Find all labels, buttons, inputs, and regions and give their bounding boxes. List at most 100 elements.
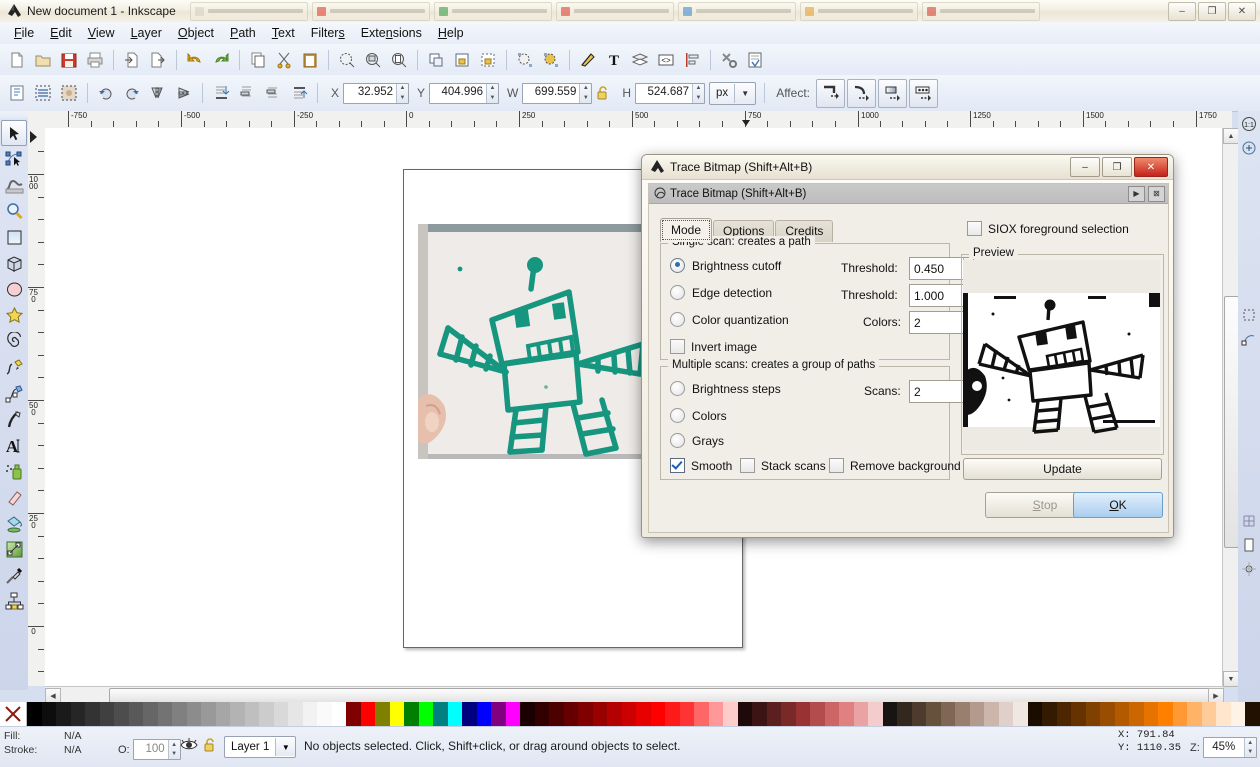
tab-mode[interactable]: Mode xyxy=(660,218,713,242)
taskbar-item[interactable] xyxy=(433,1,552,21)
invert-image-row[interactable]: Invert image xyxy=(670,339,757,354)
remove-background-row[interactable]: Remove background xyxy=(829,458,961,473)
units-select[interactable]: px ▼ xyxy=(709,81,757,105)
palette-swatch[interactable] xyxy=(737,702,752,726)
menu-extensions[interactable]: Extensions xyxy=(353,24,430,42)
stack-scans-row[interactable]: Stack scans xyxy=(740,458,826,473)
palette-swatch[interactable] xyxy=(143,702,158,726)
x-field[interactable]: ▲▼ xyxy=(343,82,410,104)
smooth-row[interactable]: Smooth xyxy=(670,458,732,473)
palette-swatch[interactable] xyxy=(346,702,361,726)
vertical-scroll-thumb[interactable] xyxy=(1224,296,1239,548)
palette-swatch[interactable] xyxy=(201,702,216,726)
opacity-control[interactable]: O: ▲▼ xyxy=(118,739,181,760)
palette-swatch[interactable] xyxy=(302,702,317,726)
palette-swatch[interactable] xyxy=(404,702,419,726)
invert-image-checkb ox[interactable] xyxy=(670,339,685,354)
palette-swatch[interactable] xyxy=(1143,702,1158,726)
palette-swatch[interactable] xyxy=(259,702,274,726)
snap-center-icon[interactable] xyxy=(1239,558,1259,580)
rectangle-tool[interactable] xyxy=(1,224,27,250)
palette-swatch[interactable] xyxy=(650,702,665,726)
grays-scan-radio[interactable] xyxy=(670,433,685,448)
ungroup-icon[interactable] xyxy=(475,47,501,73)
panel-close-icon[interactable]: ⊠ xyxy=(1148,185,1165,202)
palette-swatch[interactable] xyxy=(636,702,651,726)
scale-rounded-corners-icon[interactable] xyxy=(846,78,876,108)
palette-swatch[interactable] xyxy=(998,702,1013,726)
palette-swatch[interactable] xyxy=(810,702,825,726)
colors-scan-row[interactable]: Colors xyxy=(670,408,727,423)
star-tool[interactable] xyxy=(1,302,27,328)
duplicate-icon[interactable] xyxy=(423,47,449,73)
update-button[interactable]: Update xyxy=(963,458,1162,480)
scroll-up-arrow-icon[interactable]: ▲ xyxy=(1223,128,1239,144)
menu-path[interactable]: Path xyxy=(222,24,264,42)
eraser-tool[interactable] xyxy=(1,484,27,510)
palette-swatch[interactable] xyxy=(1158,702,1173,726)
palette-swatch[interactable] xyxy=(694,702,709,726)
new-document-icon[interactable] xyxy=(4,47,30,73)
redo-icon[interactable] xyxy=(208,47,234,73)
snap-grid-icon[interactable] xyxy=(1239,510,1259,532)
ellipse-tool[interactable] xyxy=(1,276,27,302)
layer-select[interactable]: Layer 1 ▼ xyxy=(224,736,297,758)
palette-swatch[interactable] xyxy=(244,702,259,726)
tweak-tool[interactable] xyxy=(1,172,27,198)
palette-swatch[interactable] xyxy=(969,702,984,726)
vertical-ruler[interactable]: 1000 750 500 250 0 xyxy=(28,128,46,686)
color-quantization-radio[interactable] xyxy=(670,312,685,327)
taskbar-item[interactable] xyxy=(921,1,1040,21)
menu-file[interactable]: FFileile xyxy=(6,24,42,42)
palette-swatch[interactable] xyxy=(288,702,303,726)
raise-icon[interactable] xyxy=(260,80,286,106)
palette-swatch[interactable] xyxy=(491,702,506,726)
restore-button[interactable]: ❐ xyxy=(1198,1,1226,21)
dialog-restore-button[interactable]: ❐ xyxy=(1102,157,1132,177)
taskbar-item[interactable] xyxy=(555,1,674,21)
palette-swatch[interactable] xyxy=(186,702,201,726)
lower-to-bottom-icon[interactable] xyxy=(208,80,234,106)
layers-icon[interactable] xyxy=(627,47,653,73)
layer-lock-icon[interactable] xyxy=(202,737,218,756)
palette-swatch[interactable] xyxy=(418,702,433,726)
brightness-steps-radio[interactable] xyxy=(670,381,685,396)
paint-bucket-tool[interactable] xyxy=(1,510,27,536)
dialog-close-button[interactable]: ✕ xyxy=(1134,157,1168,177)
menu-edit[interactable]: Edit xyxy=(42,24,80,42)
flip-horizontal-icon[interactable] xyxy=(145,80,171,106)
taskbar-item[interactable] xyxy=(677,1,796,21)
palette-swatch[interactable] xyxy=(984,702,999,726)
preferences-icon[interactable] xyxy=(716,47,742,73)
palette-swatch[interactable] xyxy=(462,702,477,726)
smooth-checkbox[interactable] xyxy=(670,458,685,473)
palette-swatch[interactable] xyxy=(447,702,462,726)
save-document-icon[interactable] xyxy=(56,47,82,73)
remove-background-checkbox[interactable] xyxy=(829,458,844,473)
fill-stroke-icon[interactable] xyxy=(575,47,601,73)
connector-tool[interactable] xyxy=(1,588,27,614)
palette-swatch[interactable] xyxy=(41,702,56,726)
w-stepper[interactable]: ▲ ▼ xyxy=(579,83,592,103)
spiral-tool[interactable] xyxy=(1,328,27,354)
horizontal-scrollbar[interactable]: ◀ ▶ xyxy=(45,686,1224,704)
chevron-down-icon[interactable]: ▼ xyxy=(275,738,296,756)
minimize-button[interactable]: – xyxy=(1168,1,1196,21)
zoom-page-icon[interactable] xyxy=(386,47,412,73)
ok-button[interactable]: OK xyxy=(1073,492,1163,518)
edge-detection-row[interactable]: Edge detection xyxy=(670,285,772,300)
palette-swatch[interactable] xyxy=(476,702,491,726)
export-icon[interactable] xyxy=(145,47,171,73)
stack-scans-checkbox[interactable] xyxy=(740,458,755,473)
palette-swatch[interactable] xyxy=(1216,702,1231,726)
palette-swatch[interactable] xyxy=(1042,702,1057,726)
lower-object-icon[interactable] xyxy=(538,47,564,73)
raise-to-top-icon[interactable] xyxy=(286,80,312,106)
palette-swatch[interactable] xyxy=(56,702,71,726)
palette-swatch[interactable] xyxy=(1013,702,1028,726)
dialog-title-bar[interactable]: Trace Bitmap (Shift+Alt+B) – ❐ ✕ xyxy=(642,155,1173,180)
palette-swatch[interactable] xyxy=(940,702,955,726)
zoom-tool[interactable] xyxy=(1,198,27,224)
palette-swatch[interactable] xyxy=(679,702,694,726)
palette-swatch[interactable] xyxy=(230,702,245,726)
